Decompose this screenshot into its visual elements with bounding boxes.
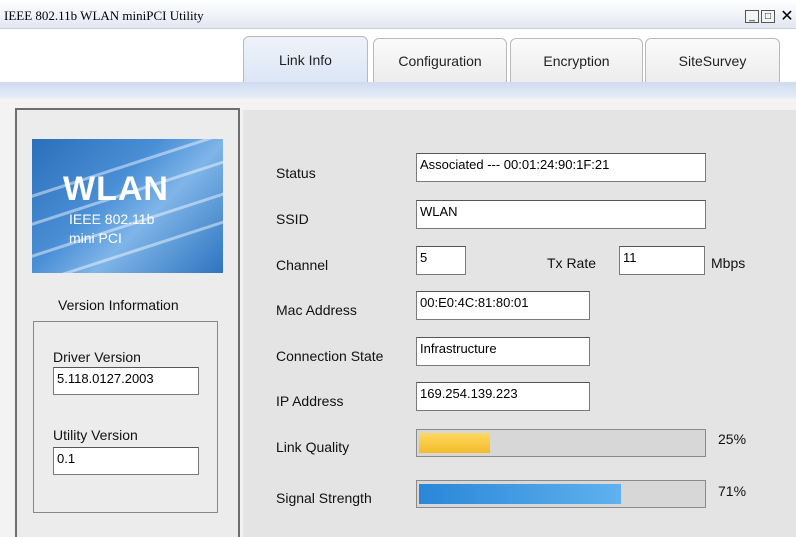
link-quality-label: Link Quality bbox=[276, 439, 350, 455]
channel-field: 5 bbox=[416, 246, 466, 275]
ip-address-field: 169.254.139.223 bbox=[416, 382, 590, 411]
link-quality-fill bbox=[419, 433, 490, 453]
link-quality-percent: 25% bbox=[718, 431, 747, 447]
signal-strength-label: Signal Strength bbox=[276, 490, 372, 506]
status-label: Status bbox=[276, 165, 316, 181]
signal-strength-percent: 71% bbox=[718, 483, 747, 499]
mac-address-label: Mac Address bbox=[276, 302, 357, 318]
tab-configuration[interactable]: Configuration bbox=[373, 38, 507, 82]
logo-title: WLAN bbox=[63, 170, 169, 208]
ssid-field: WLAN bbox=[416, 200, 706, 229]
logo-subtitle-1: IEEE 802.11b bbox=[69, 211, 155, 227]
utility-version-label: Utility Version bbox=[53, 427, 138, 443]
utility-version-field: 0.1 bbox=[53, 447, 199, 475]
tab-content-header bbox=[0, 82, 796, 98]
logo-subtitle-2: mini PCI bbox=[69, 230, 122, 246]
tab-link-info[interactable]: Link Info bbox=[243, 36, 368, 82]
minimize-button[interactable]: _ bbox=[745, 10, 759, 23]
close-button[interactable]: ✕ bbox=[778, 9, 796, 25]
wlan-logo: WLAN IEEE 802.11b mini PCI bbox=[32, 139, 223, 273]
tab-site-survey[interactable]: SiteSurvey bbox=[645, 38, 780, 82]
tab-encryption[interactable]: Encryption bbox=[510, 38, 643, 82]
channel-label: Channel bbox=[276, 257, 329, 273]
link-quality-bar bbox=[416, 429, 706, 457]
window-title: IEEE 802.11b WLAN miniPCI Utility bbox=[4, 8, 204, 23]
maximize-button[interactable]: □ bbox=[761, 10, 775, 23]
ip-address-label: IP Address bbox=[276, 393, 344, 409]
connection-state-field: Infrastructure bbox=[416, 337, 590, 366]
signal-strength-fill bbox=[419, 484, 621, 504]
tx-rate-unit: Mbps bbox=[711, 255, 746, 271]
version-info-title: Version Information bbox=[58, 297, 179, 313]
driver-version-label: Driver Version bbox=[53, 349, 141, 365]
tx-rate-field: 11 bbox=[619, 246, 705, 275]
connection-state-label: Connection State bbox=[276, 348, 384, 364]
status-field: Associated --- 00:01:24:90:1F:21 bbox=[416, 153, 706, 182]
ssid-label: SSID bbox=[276, 211, 309, 227]
signal-strength-bar bbox=[416, 480, 706, 508]
tx-rate-label: Tx Rate bbox=[547, 255, 597, 271]
mac-address-field: 00:E0:4C:81:80:01 bbox=[416, 291, 590, 320]
driver-version-field: 5.118.0127.2003 bbox=[53, 367, 199, 395]
